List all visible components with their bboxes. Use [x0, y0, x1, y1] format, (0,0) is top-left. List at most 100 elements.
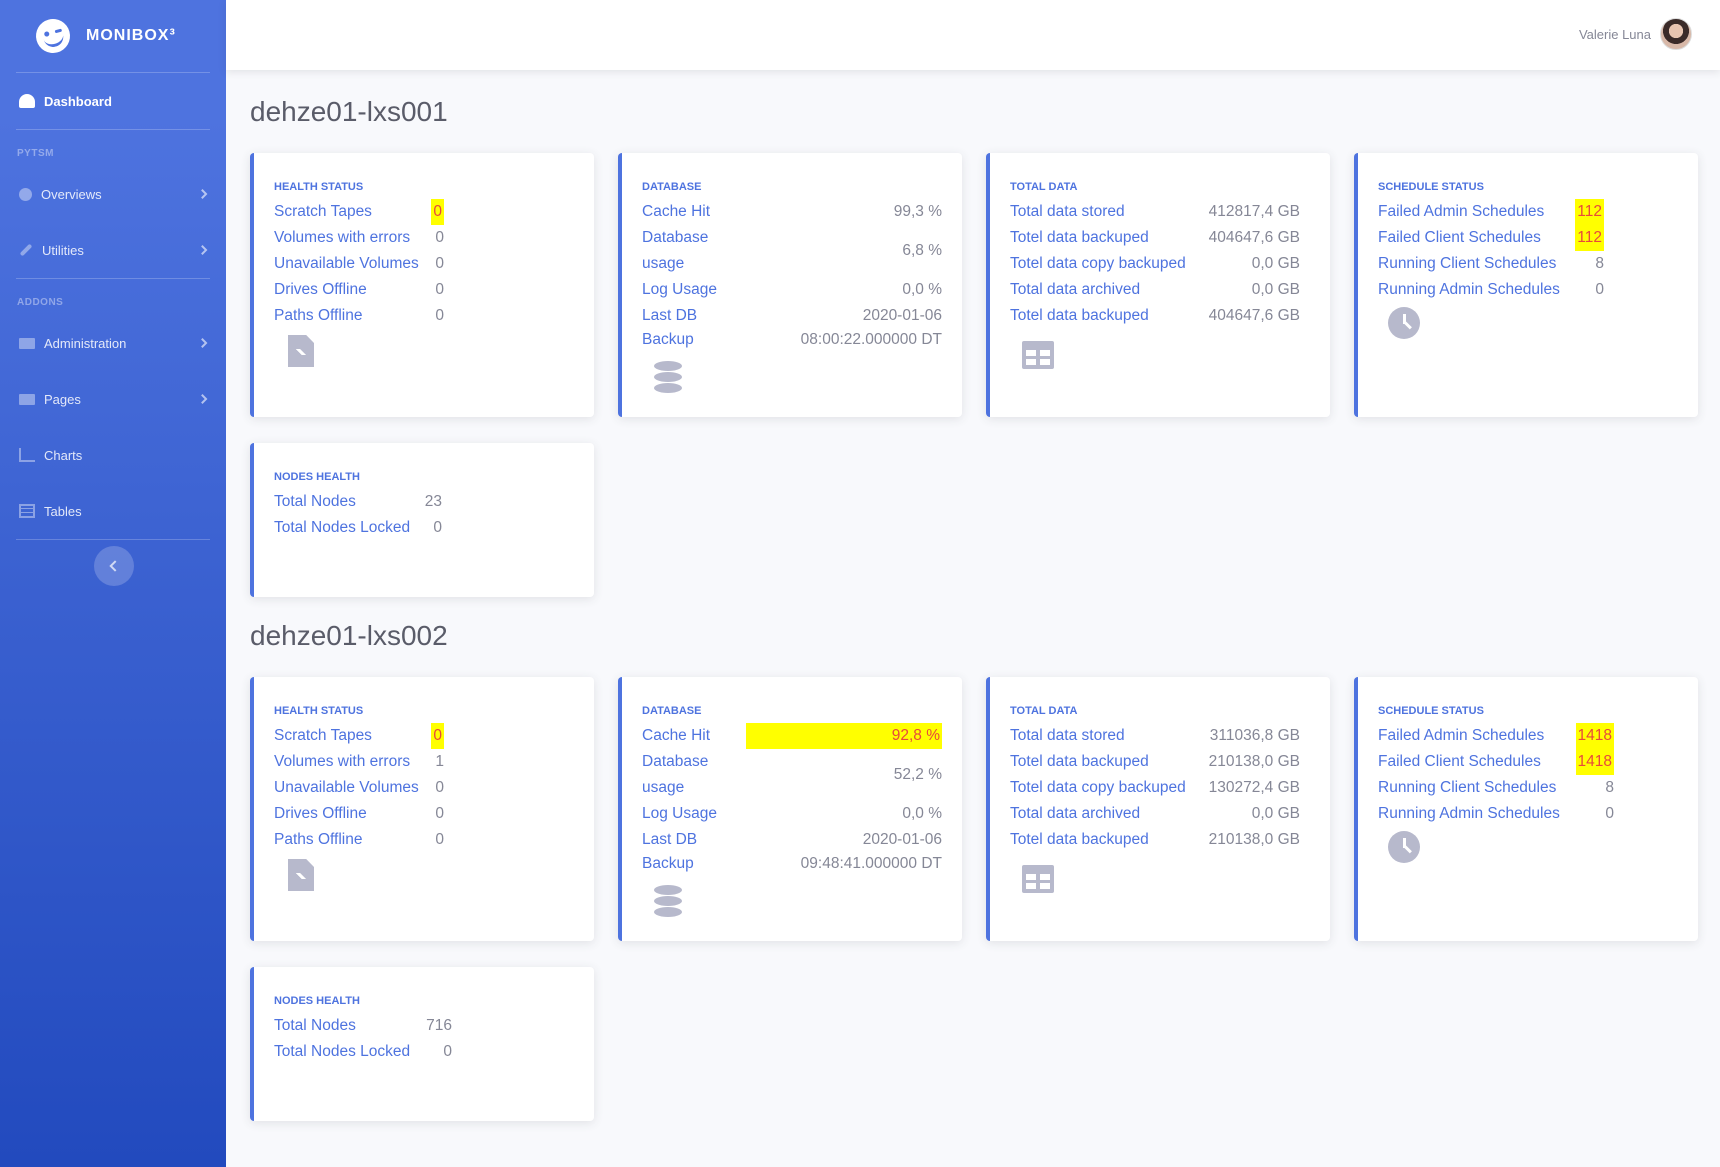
- stat-label[interactable]: Paths Offline: [274, 827, 362, 853]
- stat-label[interactable]: Log Usage: [642, 277, 717, 303]
- user-menu[interactable]: Valerie Luna: [1579, 18, 1692, 50]
- stat-label[interactable]: Failed Admin Schedules: [1378, 199, 1544, 225]
- chevron-right-icon: [197, 189, 208, 199]
- stat-label[interactable]: Scratch Tapes: [274, 199, 372, 225]
- sidebar-item-label: Pages: [44, 391, 81, 407]
- stat-label[interactable]: Total Nodes Locked: [274, 1039, 410, 1065]
- stat-row: Running Admin Schedules 0: [1378, 277, 1604, 303]
- stat-label[interactable]: Log Usage: [642, 801, 717, 827]
- stat-row: Cache Hit 99,3 %: [642, 199, 942, 225]
- sidebar-item-utilities[interactable]: Utilities: [0, 222, 226, 278]
- avatar[interactable]: [1660, 18, 1692, 50]
- stat-value: 412817,4 GB: [1208, 203, 1300, 220]
- stat-label[interactable]: Failed Client Schedules: [1378, 225, 1541, 251]
- chevron-right-icon: [197, 245, 208, 255]
- gear-icon: [19, 187, 32, 201]
- stat-label[interactable]: Totel data backuped: [1010, 749, 1149, 775]
- stat-value: 210138,0 GB: [1208, 831, 1300, 848]
- sidebar-item-tables[interactable]: Tables: [0, 483, 226, 539]
- health-status-card: HEALTH STATUS Scratch Tapes 0 Volumes with …: [250, 153, 594, 417]
- sidebar-item-pages[interactable]: Pages: [0, 371, 226, 427]
- stat-label[interactable]: Running Admin Schedules: [1378, 801, 1560, 827]
- sidebar-item-administration[interactable]: Administration: [0, 315, 226, 371]
- card-title: DATABASE: [642, 705, 702, 717]
- stat-row: Database usage 6,8 %: [642, 225, 942, 277]
- folder-icon: [19, 393, 35, 405]
- stat-label[interactable]: Totel data copy backuped: [1010, 775, 1186, 801]
- clock-icon: [1388, 831, 1678, 863]
- stat-label[interactable]: Unavailable Volumes: [274, 775, 419, 801]
- stat-label[interactable]: Total Nodes: [274, 1013, 356, 1039]
- stat-label[interactable]: Backup: [642, 853, 694, 875]
- stat-value: 0: [435, 805, 444, 822]
- card-title: SCHEDULE STATUS: [1378, 181, 1484, 193]
- stat-value: 0,0 %: [902, 281, 942, 298]
- stat-label[interactable]: Totel data backuped: [1010, 303, 1149, 329]
- stat-label[interactable]: Drives Offline: [274, 277, 367, 303]
- stat-value: 130272,4 GB: [1208, 779, 1300, 796]
- stat-row: Cache Hit 92,8 %: [642, 723, 942, 749]
- card-title: TOTAL DATA: [1010, 705, 1078, 717]
- stat-row: Total data archived 0,0 GB: [1010, 801, 1300, 827]
- sidebar-item-charts[interactable]: Charts: [0, 427, 226, 483]
- stat-label[interactable]: Scratch Tapes: [274, 723, 372, 749]
- stat-label-line: usage: [642, 779, 685, 796]
- stat-value: 716: [426, 1017, 452, 1034]
- stat-value: 0: [435, 831, 444, 848]
- chart-area-icon: [19, 448, 35, 462]
- stat-label[interactable]: Paths Offline: [274, 303, 362, 329]
- sidebar-heading-pytsm: PYTSM: [17, 148, 54, 159]
- stat-label[interactable]: Running Client Schedules: [1378, 775, 1556, 801]
- card-title: SCHEDULE STATUS: [1378, 705, 1484, 717]
- stat-label[interactable]: Failed Client Schedules: [1378, 749, 1541, 775]
- sidebar-toggle-button[interactable]: [94, 546, 134, 586]
- stat-row: Totel data copy backuped 130272,4 GB: [1010, 775, 1300, 801]
- stat-label[interactable]: Unavailable Volumes: [274, 251, 419, 277]
- stat-row: Unavailable Volumes 0: [274, 775, 444, 801]
- stat-label[interactable]: Total data stored: [1010, 199, 1125, 225]
- sidebar-item-overviews[interactable]: Overviews: [0, 166, 226, 222]
- file-medical-icon: [288, 859, 574, 891]
- stat-label[interactable]: Volumes with errors: [274, 225, 410, 251]
- stat-value: 0: [1605, 805, 1614, 822]
- stat-label[interactable]: Failed Admin Schedules: [1378, 723, 1544, 749]
- stat-value: 404647,6 GB: [1208, 307, 1300, 324]
- server-title: dehze01-lxs001: [250, 96, 448, 127]
- stat-label-line: Database: [642, 229, 709, 246]
- stat-label[interactable]: Total data archived: [1010, 801, 1140, 827]
- database-icon: [654, 885, 942, 919]
- stat-label[interactable]: Database usage: [642, 225, 708, 277]
- stat-label[interactable]: Cache Hit: [642, 723, 710, 749]
- stat-label[interactable]: Last DB: [642, 303, 697, 329]
- stat-label[interactable]: Backup: [642, 329, 694, 351]
- sidebar-item-label: Tables: [44, 503, 82, 519]
- stat-label[interactable]: Running Admin Schedules: [1378, 277, 1560, 303]
- stat-label[interactable]: Total data archived: [1010, 277, 1140, 303]
- brand[interactable]: MONIBOX³: [0, 0, 226, 72]
- user-name: Valerie Luna: [1578, 26, 1651, 42]
- stat-label[interactable]: Volumes with errors: [274, 749, 410, 775]
- stat-label[interactable]: Totel data copy backuped: [1010, 251, 1186, 277]
- stat-row: Running Client Schedules 8: [1378, 775, 1614, 801]
- stat-label[interactable]: Running Client Schedules: [1378, 251, 1556, 277]
- sidebar-heading-addons: ADDONS: [17, 297, 64, 308]
- stat-row: Volumes with errors 1: [274, 749, 444, 775]
- stat-label[interactable]: Totel data backuped: [1010, 225, 1149, 251]
- stat-label[interactable]: Drives Offline: [274, 801, 367, 827]
- stat-value: 52,2 %: [893, 766, 942, 783]
- stat-label[interactable]: Last DB: [642, 827, 697, 853]
- stat-label[interactable]: Database usage: [642, 749, 708, 801]
- stat-value: 1: [435, 753, 444, 770]
- stat-label[interactable]: Total Nodes Locked: [274, 515, 410, 541]
- stat-label[interactable]: Total Nodes: [274, 489, 356, 515]
- stat-row: Total Nodes Locked 0: [274, 515, 442, 541]
- card-title: HEALTH STATUS: [274, 705, 364, 717]
- sidebar-item-dashboard[interactable]: Dashboard: [0, 73, 226, 129]
- stat-row: Failed Admin Schedules 1418: [1378, 723, 1614, 749]
- stat-label[interactable]: Totel data backuped: [1010, 827, 1149, 853]
- card-title: HEALTH STATUS: [274, 181, 364, 193]
- stat-label[interactable]: Cache Hit: [642, 199, 710, 225]
- stat-row: Totel data backuped 210138,0 GB: [1010, 749, 1300, 775]
- stat-value: 2020-01-06: [862, 831, 942, 848]
- stat-label[interactable]: Total data stored: [1010, 723, 1125, 749]
